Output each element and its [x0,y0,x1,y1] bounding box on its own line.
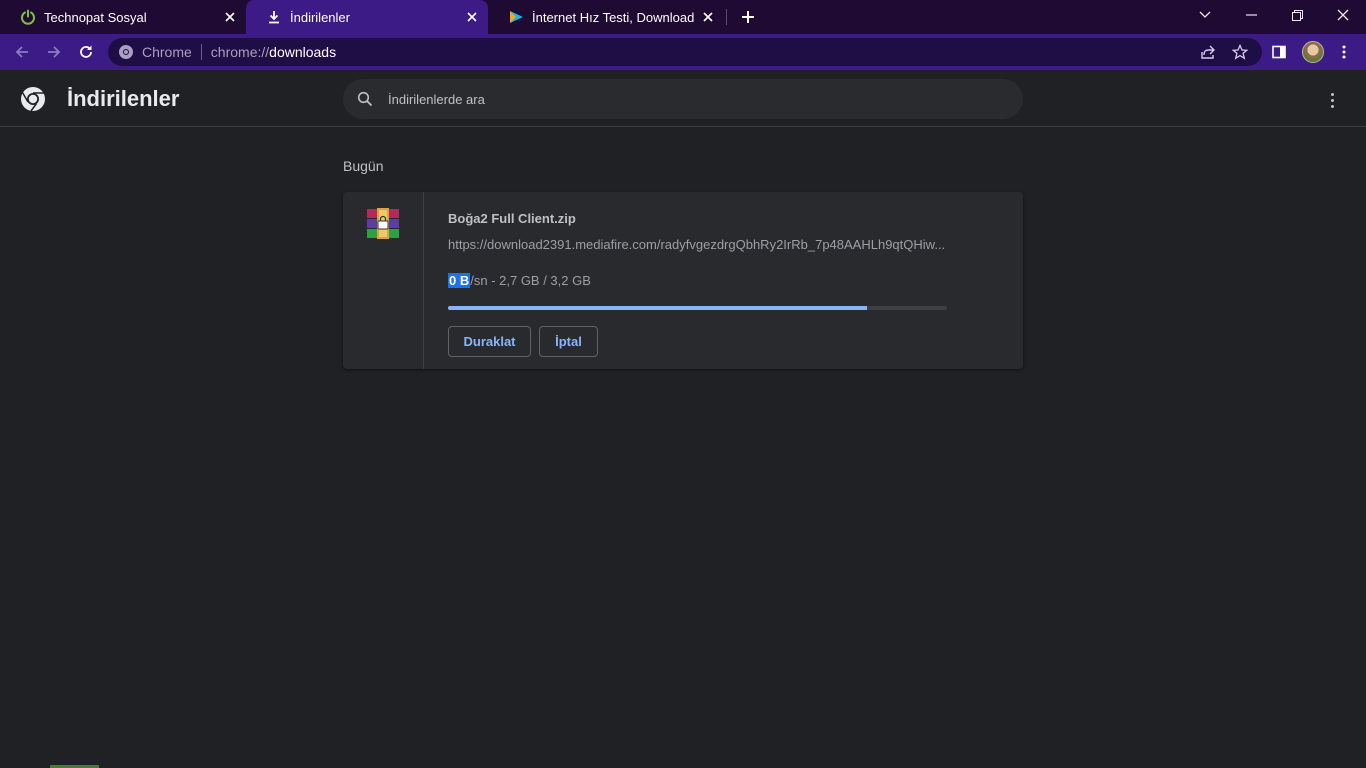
site-label: Chrome [142,44,192,60]
winrar-archive-icon[interactable] [366,208,400,240]
date-header: Bugün [343,158,384,174]
tab-title: Technopat Sosyal [44,9,147,25]
minimize-button[interactable] [1228,0,1274,30]
url-host: downloads [269,44,337,60]
forward-button[interactable] [41,39,67,65]
tab-search-button[interactable] [1182,0,1228,30]
file-icon-column [343,192,424,369]
tab-separator [726,9,727,25]
browser-toolbar: Chrome chrome://downloads [0,34,1366,70]
arrow-right-icon [48,46,61,58]
download-icon [266,9,282,25]
share-icon[interactable] [1200,44,1216,60]
tab-technopat[interactable]: Technopat Sosyal [0,0,246,34]
tab-strip: Technopat Sosyal İndirilenler İnternet H… [0,0,1366,34]
more-vert-icon [1342,45,1346,59]
restore-icon [1291,9,1303,21]
page-menu-button[interactable] [1320,88,1344,112]
download-status: 0 B/sn - 2,7 GB / 3,2 GB [448,273,591,288]
chrome-icon [119,45,133,59]
pause-button[interactable]: Duraklat [448,326,531,357]
tab-downloads[interactable]: İndirilenler [246,0,488,34]
download-speed: 0 B [448,273,471,288]
play-icon [508,9,524,25]
tab-close-icon[interactable] [222,9,238,25]
reload-button[interactable] [73,39,99,65]
back-button[interactable] [9,39,35,65]
plus-icon [742,11,754,23]
minimize-icon [1245,14,1257,16]
new-tab-button[interactable] [736,5,760,29]
tab-title: İnternet Hız Testi, Download & Up [532,9,694,25]
file-name-link[interactable]: Boğa2 Full Client.zip [448,211,576,226]
close-icon [1337,9,1349,21]
url-scheme: chrome:// [210,44,270,60]
side-panel-icon [1272,45,1286,59]
power-icon [20,9,36,25]
search-icon [357,91,373,107]
search-input[interactable] [388,79,988,119]
chrome-logo-icon [21,87,45,112]
download-size-progress: /sn - 2,7 GB / 3,2 GB [470,273,591,288]
address-bar[interactable]: Chrome chrome://downloads [108,38,1262,66]
browser-menu-button[interactable] [1331,39,1357,65]
omnibox-divider [200,44,202,60]
side-panel-button[interactable] [1266,39,1292,65]
chevron-down-icon [1199,11,1211,18]
download-item: Boğa2 Full Client.zip https://download23… [343,192,1023,369]
more-vert-icon [1330,92,1334,96]
tab-close-icon[interactable] [700,9,716,25]
restore-button[interactable] [1274,0,1320,30]
cancel-button[interactable]: İptal [539,326,598,357]
downloads-search[interactable] [343,79,1023,119]
tab-close-icon[interactable] [464,9,480,25]
reload-icon [80,45,92,58]
arrow-left-icon [15,46,28,58]
tab-speedtest[interactable]: İnternet Hız Testi, Download & Up [488,0,724,34]
download-progress-bar [448,306,947,310]
page-title: İndirilenler [67,86,180,111]
bookmark-star-icon[interactable] [1232,44,1248,60]
profile-avatar[interactable] [1302,41,1324,63]
downloads-header: İndirilenler [0,70,1366,127]
progress-fill [448,306,868,310]
tab-title: İndirilenler [290,9,350,25]
file-source-url[interactable]: https://download2391.mediafire.com/radyf… [448,237,948,252]
close-window-button[interactable] [1320,0,1366,30]
